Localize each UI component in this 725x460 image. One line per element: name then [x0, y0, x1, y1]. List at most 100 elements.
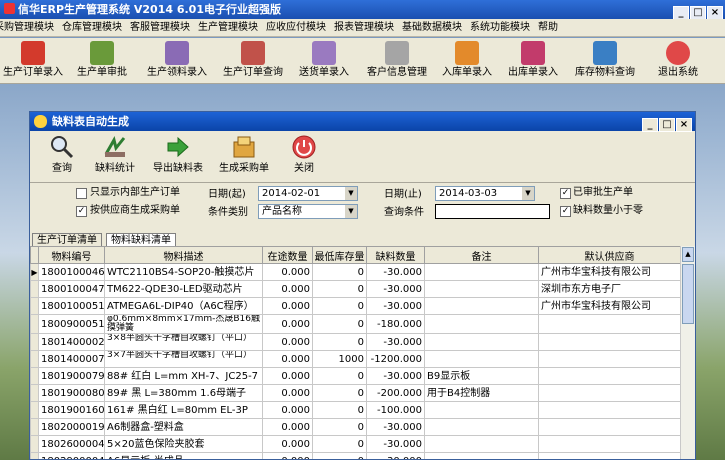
child-minimize-button[interactable]: _ — [642, 118, 658, 132]
table-cell[interactable]: 0 — [312, 297, 367, 315]
table-cell[interactable] — [538, 452, 680, 459]
table-cell[interactable] — [538, 350, 680, 368]
table-cell[interactable]: 1801900079 — [38, 367, 105, 385]
table-cell[interactable]: 3×7半圆头十字槽自攻螺钉（平口） — [104, 350, 263, 368]
approved-checkbox[interactable]: ✓ — [560, 188, 571, 199]
table-scrollbar[interactable]: ▲ — [680, 246, 695, 459]
table-row[interactable]: 1801900079 88# 红白 L=mm XH-7、JC25-7 0.000 0-… — [30, 367, 680, 385]
table-cell[interactable]: 1000 — [312, 350, 367, 368]
table-cell[interactable]: 0.000 — [262, 452, 313, 459]
row-indicator[interactable] — [30, 367, 39, 385]
table-cell[interactable]: 161# 黑白红 L=80mm EL-3P — [104, 401, 263, 419]
table-cell[interactable] — [424, 333, 539, 351]
row-indicator[interactable] — [30, 350, 39, 368]
table-cell[interactable] — [424, 297, 539, 315]
scroll-thumb[interactable] — [682, 264, 694, 324]
date-from-field[interactable]: 2014-02-01 ▼ — [258, 186, 358, 201]
search-button[interactable]: 查询 — [40, 133, 84, 179]
row-indicator[interactable] — [30, 280, 39, 298]
menu-item-warehouse[interactable]: 仓库管理模块 — [58, 19, 126, 36]
table-cell[interactable]: 1801400007 — [38, 350, 105, 368]
table-cell[interactable]: WTC2110BS4-SOP20-触摸芯片 — [104, 263, 263, 281]
table-cell[interactable]: 0 — [312, 367, 367, 385]
menu-item-service[interactable]: 客服管理模块 — [126, 19, 194, 36]
table-cell[interactable]: 广州市华宝科技有限公司 — [538, 297, 680, 315]
table-cell[interactable]: 0.000 — [262, 314, 313, 334]
table-row[interactable]: 1802600004 5×20蓝色保险夹胶套 0.000 0 -30.000 — [30, 435, 680, 453]
table-cell[interactable] — [538, 367, 680, 385]
row-indicator[interactable] — [30, 384, 39, 402]
table-row[interactable]: 1800100051 ATMEGA6L-DIP40（A6C程序） 0.000 0 -30… — [30, 297, 680, 315]
column-header[interactable]: 物料编号 — [38, 246, 105, 264]
table-cell[interactable]: 0 — [312, 452, 367, 459]
tab-production-orders[interactable]: 生产订单清单 — [32, 233, 102, 247]
table-cell[interactable]: 0 — [312, 314, 367, 334]
table-cell[interactable] — [424, 418, 539, 436]
table-cell[interactable]: 1802000019 — [38, 418, 105, 436]
menu-item-reports[interactable]: 报表管理模块 — [330, 19, 398, 36]
chevron-down-icon[interactable]: ▼ — [345, 187, 357, 200]
table-cell[interactable]: 1800100051 — [38, 297, 105, 315]
menu-item-purchase[interactable]: 采购管理模块 — [0, 19, 58, 36]
production-approval-button[interactable]: 生产单审批 — [72, 38, 132, 83]
row-indicator[interactable] — [30, 333, 39, 351]
table-cell[interactable]: 0.000 — [262, 350, 313, 368]
table-cell[interactable]: ATMEGA6L-DIP40（A6C程序） — [104, 297, 263, 315]
export-shortage-button[interactable]: 导出缺料表 — [148, 133, 208, 179]
chevron-down-icon[interactable]: ▼ — [345, 205, 357, 218]
table-cell[interactable]: -100.000 — [366, 401, 425, 419]
table-cell[interactable]: -30.000 — [366, 333, 425, 351]
table-cell[interactable]: 1801900160 — [38, 401, 105, 419]
table-cell[interactable] — [424, 435, 539, 453]
table-cell[interactable]: 1800900051 — [38, 314, 105, 334]
table-cell[interactable]: -30.000 — [366, 435, 425, 453]
column-header[interactable]: 缺料数量 — [366, 246, 425, 264]
table-row[interactable]: 1801900160 161# 黑白红 L=80mm EL-3P 0.000 0 -10… — [30, 401, 680, 419]
scroll-up-icon[interactable]: ▲ — [682, 247, 694, 262]
menu-item-production[interactable]: 生产管理模块 — [194, 19, 262, 36]
table-cell[interactable]: -30.000 — [366, 367, 425, 385]
table-cell[interactable]: 0.000 — [262, 297, 313, 315]
table-cell[interactable] — [424, 350, 539, 368]
table-cell[interactable] — [538, 435, 680, 453]
table-cell[interactable]: -30.000 — [366, 418, 425, 436]
table-cell[interactable] — [538, 314, 680, 334]
table-cell[interactable]: -30.000 — [366, 280, 425, 298]
menu-item-help[interactable]: 帮助 — [534, 19, 562, 36]
shortage-lt-zero-checkbox[interactable]: ✓ — [560, 206, 571, 217]
table-cell[interactable]: B9显示板 — [424, 367, 539, 385]
table-row[interactable]: 1800100047 TM622-QDE30-LED驱动芯片 0.000 0 -30.0… — [30, 280, 680, 298]
table-cell[interactable]: 0 — [312, 263, 367, 281]
column-header[interactable]: 物料描述 — [104, 246, 263, 264]
table-cell[interactable]: 1801400002 — [38, 333, 105, 351]
stock-out-entry-button[interactable]: 出库单录入 — [504, 38, 562, 83]
row-indicator[interactable] — [30, 418, 39, 436]
table-cell[interactable]: 89# 黑 L=380mm 1.6母端子 — [104, 384, 263, 402]
table-row[interactable]: 1800900051 φ0.6mm×8mm×17mm-杰晟B16触摸弹簧 0.000… — [30, 314, 680, 334]
table-cell[interactable]: 深圳市东方电子厂 — [538, 280, 680, 298]
table-row[interactable]: 1802900004A6显示板-半成品0.0000-30.000 — [30, 452, 680, 459]
child-close-button[interactable]: × — [676, 118, 692, 132]
table-cell[interactable]: 88# 红白 L=mm XH-7、JC25-7 — [104, 367, 263, 385]
table-cell[interactable]: 广州市华宝科技有限公司 — [538, 263, 680, 281]
menu-item-base-data[interactable]: 基础数据模块 — [398, 19, 466, 36]
table-cell[interactable]: 0 — [312, 333, 367, 351]
table-cell[interactable]: 0 — [312, 435, 367, 453]
table-cell[interactable]: 用于B4控制器 — [424, 384, 539, 402]
material-requisition-button[interactable]: 生产领料录入 — [142, 38, 212, 83]
table-cell[interactable]: 0 — [312, 401, 367, 419]
production-order-entry-button[interactable]: 生产订单录入 — [0, 38, 66, 83]
table-cell[interactable] — [424, 263, 539, 281]
column-header[interactable]: 最低库存量 — [312, 246, 367, 264]
exit-system-button[interactable]: 退出系统 — [652, 38, 704, 83]
customer-info-button[interactable]: 客户信息管理 — [362, 38, 432, 83]
table-cell[interactable]: -200.000 — [366, 384, 425, 402]
table-cell[interactable]: 1802900004 — [38, 452, 105, 459]
generate-purchase-button[interactable]: 生成采购单 — [214, 133, 274, 179]
row-indicator[interactable] — [30, 401, 39, 419]
delivery-entry-button[interactable]: 送货单录入 — [295, 38, 353, 83]
table-cell[interactable]: 0.000 — [262, 418, 313, 436]
table-cell[interactable]: -30.000 — [366, 263, 425, 281]
row-indicator[interactable]: ▶ — [30, 263, 39, 281]
table-cell[interactable]: 3×8半圆头十字槽自攻螺钉（平口） — [104, 333, 263, 351]
